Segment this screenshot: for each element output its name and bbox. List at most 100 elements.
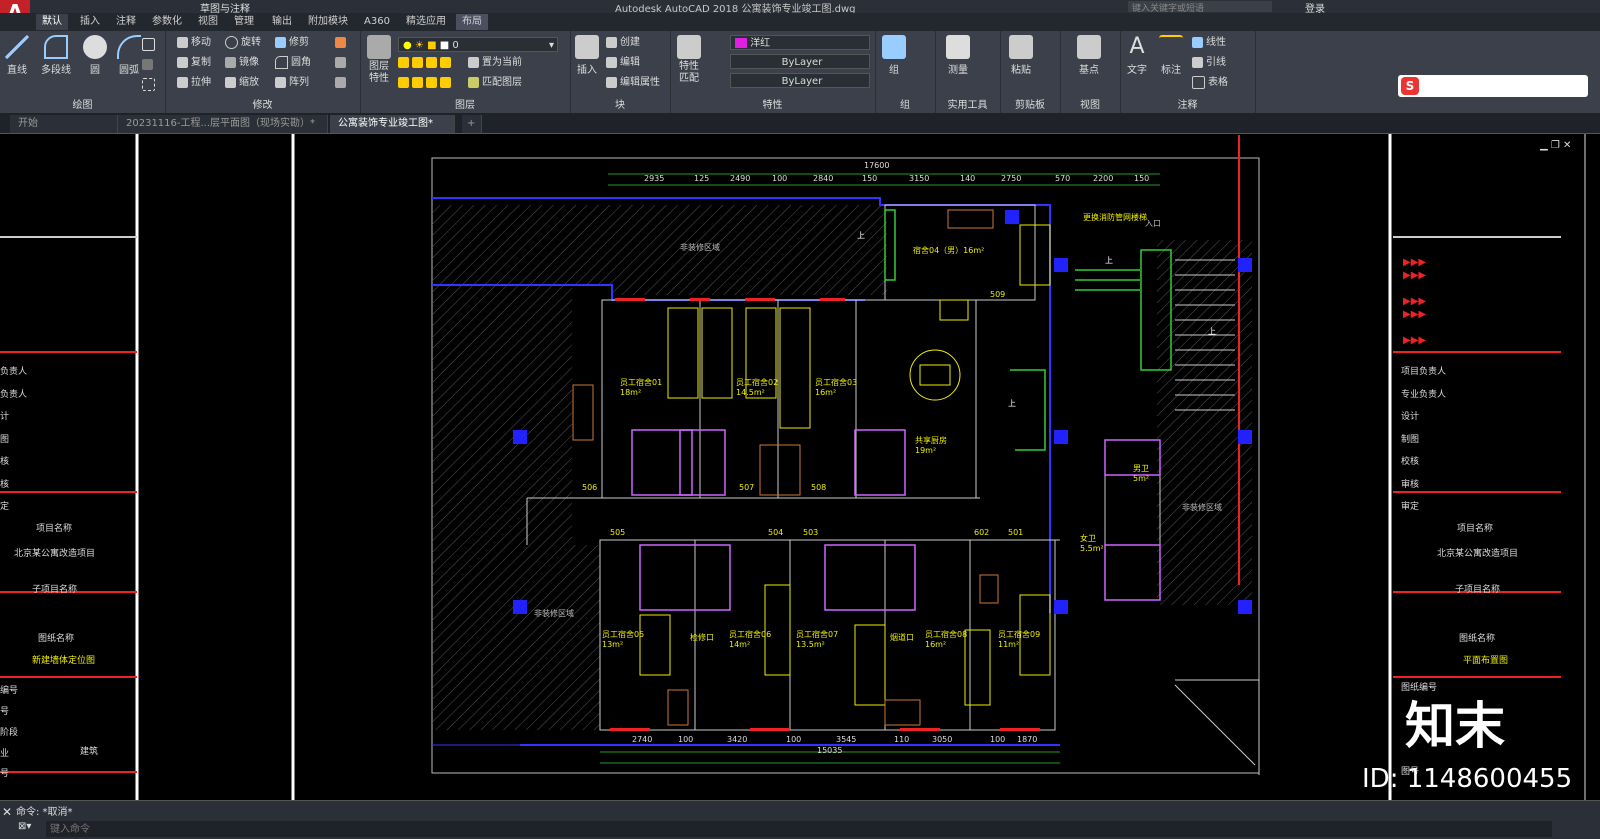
edit-attribute-button[interactable]: 编辑属性	[606, 75, 660, 91]
table-icon	[1192, 75, 1205, 89]
insert-block-button[interactable]: 插入	[570, 35, 604, 76]
copy-button[interactable]: 复制	[177, 55, 211, 71]
array-icon	[275, 76, 286, 88]
up-arrow-label: 上	[1105, 256, 1113, 265]
groups-panel-label[interactable]: 组	[875, 96, 935, 111]
modify-panel: 移动 旋转 修剪 复制 镜像 圆角 拉伸 缩放 阵列 修改	[165, 31, 361, 113]
tab-view[interactable]: 视图	[192, 14, 224, 30]
text-button[interactable]: A 文字	[1120, 35, 1154, 77]
match-layer-button[interactable]: 匹配图层	[468, 75, 522, 91]
color-dropdown[interactable]: 洋红	[730, 35, 870, 50]
draw-panel: 直线 多段线 圆 圆弧 绘图	[0, 31, 166, 113]
base-view-button[interactable]: 基点	[1072, 35, 1106, 76]
up-arrow-label: 上	[1008, 399, 1016, 408]
viewport-controls[interactable]: ▁ ❐ ✕	[1540, 140, 1571, 151]
fillet-button[interactable]: 圆角	[275, 55, 311, 71]
tab-output[interactable]: 输出	[266, 14, 298, 30]
tab-default[interactable]: 默认	[36, 14, 68, 30]
left-subproject-label: 子项目名称	[32, 585, 78, 595]
properties-panel-label[interactable]: 特性	[670, 96, 875, 111]
edit-attribute-icon	[606, 76, 617, 88]
room-label: 员工宿舍02 14.5m²	[736, 378, 779, 397]
command-input[interactable]	[46, 821, 1552, 837]
doc-tab-current[interactable]: 公寓装饰专业竣工图*	[330, 115, 455, 133]
erase-icon[interactable]	[335, 35, 349, 51]
dimension-button[interactable]: 标注	[1154, 35, 1188, 76]
leader-button[interactable]: 引线	[1192, 55, 1226, 71]
left-drawing-name: 新建墙体定位图	[32, 656, 96, 666]
tab-insert[interactable]: 插入	[74, 14, 106, 30]
tab-featured[interactable]: 精选应用	[400, 14, 452, 30]
hatch-icon[interactable]	[142, 57, 156, 73]
doc-tab-site-survey[interactable]: 20231116-工程...层平面图（现场实勘）*	[118, 115, 328, 133]
annotation-panel-label[interactable]: 注释	[1120, 96, 1255, 111]
measure-button[interactable]: 测量	[941, 35, 975, 76]
view-panel-label[interactable]: 视图	[1060, 96, 1120, 111]
stretch-button[interactable]: 拉伸	[177, 75, 211, 91]
dim-text: 3545	[836, 735, 857, 744]
create-block-icon	[606, 36, 617, 48]
mirror-button[interactable]: 镜像	[225, 55, 259, 71]
match-properties-button[interactable]: 特性 匹配	[672, 35, 706, 85]
scale-button[interactable]: 缩放	[225, 75, 259, 91]
linear-dim-button[interactable]: 线性	[1192, 35, 1226, 51]
rotate-button[interactable]: 旋转	[225, 35, 261, 51]
area-label: 烟道口	[890, 633, 914, 642]
modify-panel-label[interactable]: 修改	[165, 96, 360, 111]
group-button[interactable]: 组	[877, 35, 911, 76]
circle-button[interactable]: 圆	[78, 35, 112, 76]
tab-addins[interactable]: 附加模块	[302, 14, 354, 30]
clipboard-panel-label[interactable]: 剪贴板	[1000, 96, 1060, 111]
dim-text: 2490	[730, 174, 751, 183]
offset-icon[interactable]	[335, 75, 349, 91]
command-history: 命令: *取消*	[16, 807, 73, 818]
edit-block-button[interactable]: 编辑	[606, 55, 640, 71]
floor-plan-drawing[interactable]	[0, 134, 1600, 800]
boundary-icon[interactable]	[142, 77, 158, 93]
line-button[interactable]: 直线	[0, 35, 34, 76]
polyline-button[interactable]: 多段线	[34, 35, 78, 76]
tab-layout[interactable]: 布局	[456, 14, 488, 30]
layer-properties-button[interactable]: 图层 特性	[362, 35, 396, 85]
new-tab-button[interactable]: +	[462, 115, 482, 133]
layer-tools-row1[interactable]	[398, 55, 454, 71]
match-layer-icon	[468, 76, 479, 88]
minimize-icon: ▁	[1540, 140, 1548, 151]
arc-button[interactable]: 圆弧	[112, 35, 146, 76]
title-bar: A 草图与注释 Autodesk AutoCAD 2018 公寓装饰专业竣工图.…	[0, 0, 1600, 30]
rectangle-icon[interactable]	[142, 37, 158, 53]
view-panel: 基点 视图	[1060, 31, 1121, 113]
tab-a360[interactable]: A360	[358, 14, 396, 30]
close-icon[interactable]: ✕	[2, 805, 12, 819]
tab-manage[interactable]: 管理	[228, 14, 260, 30]
layers-panel-label[interactable]: 图层	[360, 96, 570, 111]
search-input[interactable]: 键入关键字或短语	[1128, 1, 1272, 14]
paste-button[interactable]: 粘贴	[1004, 35, 1038, 76]
tab-parametric[interactable]: 参数化	[146, 14, 188, 30]
create-block-button[interactable]: 创建	[606, 35, 640, 51]
right-drawing-name: 平面布置图	[1463, 656, 1509, 666]
block-panel-label[interactable]: 块	[570, 96, 670, 111]
layer-color-swatch: ■	[439, 40, 450, 51]
layer-tools-row2[interactable]	[398, 75, 454, 91]
right-project-label: 项目名称	[1457, 524, 1494, 534]
table-button[interactable]: 表格	[1192, 75, 1228, 91]
utilities-panel-label[interactable]: 实用工具	[935, 96, 1000, 111]
trim-button[interactable]: 修剪	[275, 35, 309, 51]
color-swatch	[735, 38, 747, 48]
layer-dropdown[interactable]: ● ☀ ■ ■ 0 ▾	[398, 37, 558, 52]
array-button[interactable]: 阵列	[275, 75, 309, 91]
drawing-canvas[interactable]: 17600 2935 125 2490 100 2840 150 3150 14…	[0, 134, 1600, 800]
lineweight-dropdown[interactable]: ByLayer	[730, 73, 870, 88]
tab-annotate[interactable]: 注释	[110, 14, 142, 30]
explode-icon[interactable]	[335, 55, 349, 71]
move-button[interactable]: 移动	[177, 35, 211, 51]
ime-toolbar[interactable]: S	[1398, 75, 1588, 97]
command-prompt-icon[interactable]: ⊠▾	[18, 821, 31, 832]
linetype-dropdown[interactable]: ByLayer	[730, 54, 870, 69]
draw-panel-label[interactable]: 绘图	[0, 96, 165, 111]
make-current-button[interactable]: 置为当前	[468, 55, 522, 71]
ribbon-tabs: 默认 插入 注释 参数化 视图 管理 输出 附加模块 A360 精选应用 布局	[0, 13, 1600, 31]
doc-tab-start[interactable]: 开始	[10, 115, 118, 133]
left-title-block: 负责人 负责人计图核核定 项目名称 北京某公寓改造项目 子项目名称 图纸名称 新建…	[0, 236, 137, 800]
